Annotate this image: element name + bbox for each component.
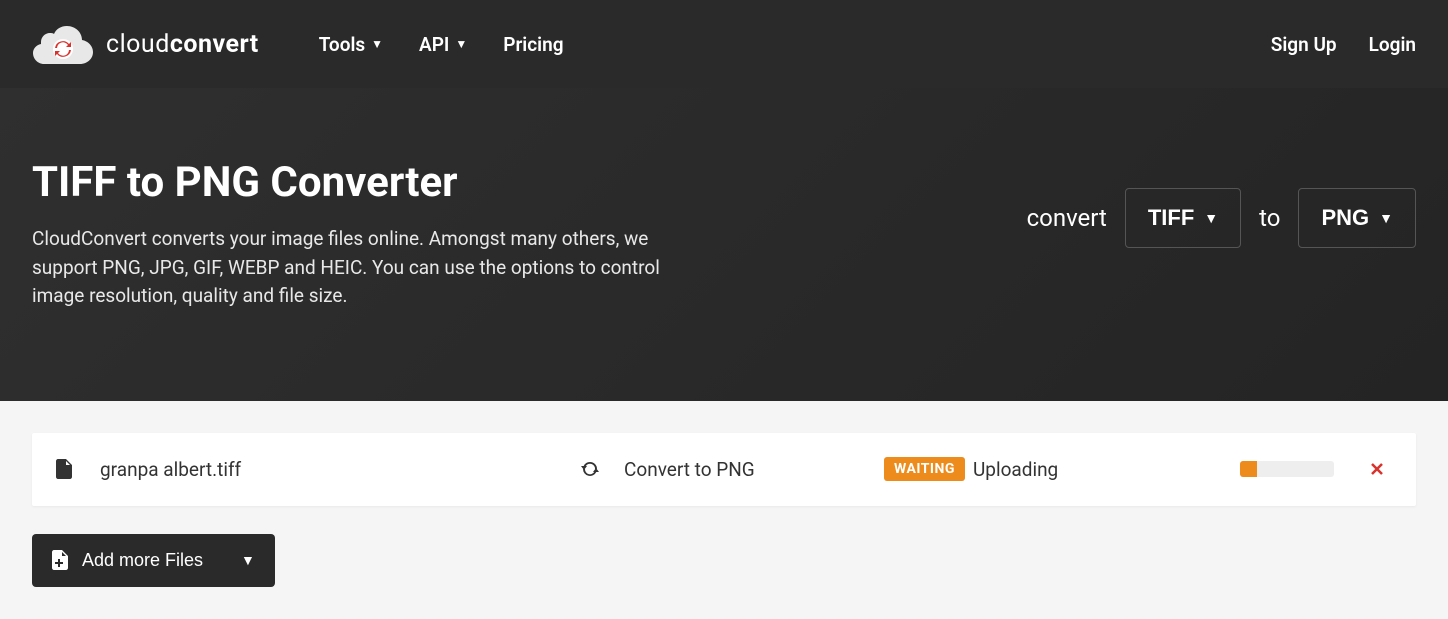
remove-file-button[interactable] [1362, 453, 1392, 486]
chevron-down-icon: ▼ [371, 37, 383, 51]
header-left: cloudconvert Tools▼ API▼ Pricing [32, 24, 564, 64]
to-format-button[interactable]: PNG▼ [1298, 188, 1416, 248]
logo-text: cloudconvert [106, 30, 259, 59]
refresh-icon[interactable] [580, 459, 600, 479]
file-icon [56, 459, 72, 479]
chevron-down-icon: ▼ [455, 37, 467, 51]
hero-left: TIFF to PNG Converter CloudConvert conve… [32, 158, 712, 311]
file-action[interactable]: Convert to PNG [624, 458, 884, 481]
file-row: granpa albert.tiff Convert to PNG WAITIN… [32, 433, 1416, 506]
file-name: granpa albert.tiff [100, 458, 580, 481]
page-description: CloudConvert converts your image files o… [32, 225, 712, 311]
header: cloudconvert Tools▼ API▼ Pricing Sign Up… [0, 0, 1448, 88]
file-section: granpa albert.tiff Convert to PNG WAITIN… [0, 401, 1448, 619]
chevron-down-icon: ▼ [1204, 210, 1218, 226]
chevron-down-icon: ▼ [241, 552, 255, 568]
header-right: Sign Up Login [1271, 33, 1416, 56]
add-file-icon [52, 550, 68, 570]
chevron-down-icon: ▼ [1379, 210, 1393, 226]
logo[interactable]: cloudconvert [32, 24, 259, 64]
progress-fill [1240, 461, 1257, 477]
convert-label-from: convert [1027, 204, 1107, 232]
add-more-files-button[interactable]: Add more Files ▼ [32, 534, 275, 587]
nav-login[interactable]: Login [1369, 33, 1416, 56]
status-badge: WAITING [884, 457, 965, 481]
from-format-button[interactable]: TIFF▼ [1125, 188, 1241, 248]
nav-main: Tools▼ API▼ Pricing [319, 33, 564, 56]
hero-section: TIFF to PNG Converter CloudConvert conve… [0, 88, 1448, 401]
nav-signup[interactable]: Sign Up [1271, 33, 1337, 56]
nav-pricing[interactable]: Pricing [503, 33, 563, 56]
nav-api[interactable]: API▼ [419, 33, 467, 56]
cloud-logo-icon [32, 24, 94, 64]
page-title: TIFF to PNG Converter [32, 158, 712, 207]
status-text: Uploading [973, 458, 1240, 481]
progress-bar [1240, 461, 1334, 477]
convert-controls: convert TIFF▼ to PNG▼ [1027, 188, 1416, 248]
convert-label-to: to [1259, 204, 1280, 232]
nav-tools[interactable]: Tools▼ [319, 33, 383, 56]
